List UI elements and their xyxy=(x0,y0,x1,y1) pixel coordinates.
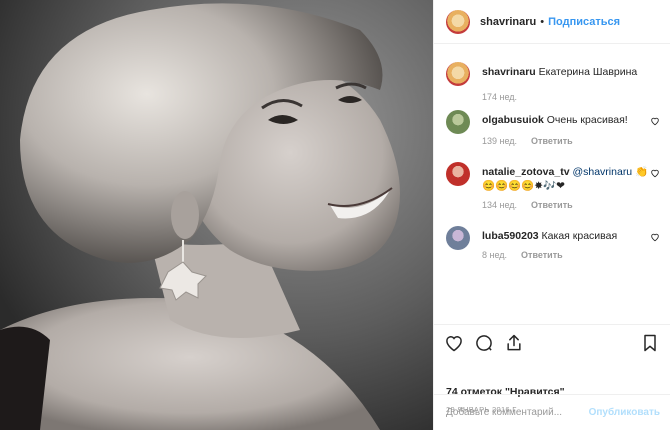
author-username[interactable]: shavrinaru xyxy=(480,16,536,28)
comment-meta: 139 нед. Ответить xyxy=(482,136,573,146)
post-header: shavrinaru • Подписаться xyxy=(434,0,670,44)
portrait-image xyxy=(0,0,433,430)
comment-meta: 8 нед. Ответить xyxy=(482,250,563,260)
comment-username[interactable]: luba590203 xyxy=(482,230,539,242)
comment-item: natalie_zotova_tv @shavrinaru 👏 😊😊😊😊✸🎶❤ 1… xyxy=(446,162,660,214)
comment-icon[interactable] xyxy=(474,333,494,353)
comment-username[interactable]: olgabusuiok xyxy=(482,114,544,126)
comment-time[interactable]: 139 нед. xyxy=(482,136,517,146)
reply-button[interactable]: Ответить xyxy=(521,250,563,260)
like-comment-icon[interactable] xyxy=(650,232,660,242)
like-comment-icon[interactable] xyxy=(650,168,660,178)
add-comment-bar: Добавьте комментарий... Опубликовать xyxy=(434,394,670,430)
heart-icon[interactable] xyxy=(444,333,464,353)
comment-mention[interactable]: @shavrinaru xyxy=(572,166,632,178)
comment-time[interactable]: 134 нед. xyxy=(482,200,517,210)
commenter-avatar[interactable] xyxy=(446,110,470,134)
comment-text: Какая красивая xyxy=(541,230,618,242)
comment-text: 👏 xyxy=(635,166,649,178)
share-icon[interactable] xyxy=(504,333,524,353)
caption-item: shavrinaru Екатерина Шаврина 174 нед. xyxy=(446,62,660,102)
comment-input[interactable]: Добавьте комментарий... xyxy=(446,407,589,418)
comment-username[interactable]: natalie_zotova_tv xyxy=(482,166,570,178)
commenter-avatar[interactable] xyxy=(446,226,470,250)
follow-button[interactable]: Подписаться xyxy=(548,16,620,28)
instagram-post: shavrinaru • Подписаться shavrinaru Екат… xyxy=(0,0,670,430)
comment-text: Екатерина Шаврина xyxy=(538,66,638,78)
like-comment-icon[interactable] xyxy=(650,116,660,126)
action-icons xyxy=(444,333,524,353)
comment-username[interactable]: shavrinaru xyxy=(482,66,536,78)
comment-meta: 134 нед. Ответить xyxy=(482,200,573,210)
commenter-avatar[interactable] xyxy=(446,162,470,186)
comment-meta: 174 нед. xyxy=(482,92,517,102)
post-side-panel: shavrinaru • Подписаться shavrinaru Екат… xyxy=(433,0,670,430)
comment-emoji-text: 😊😊😊😊✸🎶❤ xyxy=(482,180,565,192)
post-photo[interactable] xyxy=(0,0,433,430)
reply-button[interactable]: Ответить xyxy=(531,200,573,210)
separator-dot: • xyxy=(540,15,545,28)
comment-time[interactable]: 174 нед. xyxy=(482,92,517,102)
author-avatar[interactable] xyxy=(446,9,470,34)
comment-item: luba590203 Какая красивая 8 нед. Ответить xyxy=(446,226,660,266)
publish-button[interactable]: Опубликовать xyxy=(589,407,660,418)
comment-text: Очень красивая! xyxy=(546,114,628,126)
comment-item: olgabusuiok Очень красивая! 139 нед. Отве… xyxy=(446,110,660,150)
reply-button[interactable]: Ответить xyxy=(531,136,573,146)
post-actions: 74 отметок "Нравится" 29 ЯНВАРЬ 2016 Г. xyxy=(434,324,670,414)
comment-time[interactable]: 8 нед. xyxy=(482,250,507,260)
bookmark-icon[interactable] xyxy=(640,333,660,353)
author-avatar[interactable] xyxy=(446,62,470,86)
